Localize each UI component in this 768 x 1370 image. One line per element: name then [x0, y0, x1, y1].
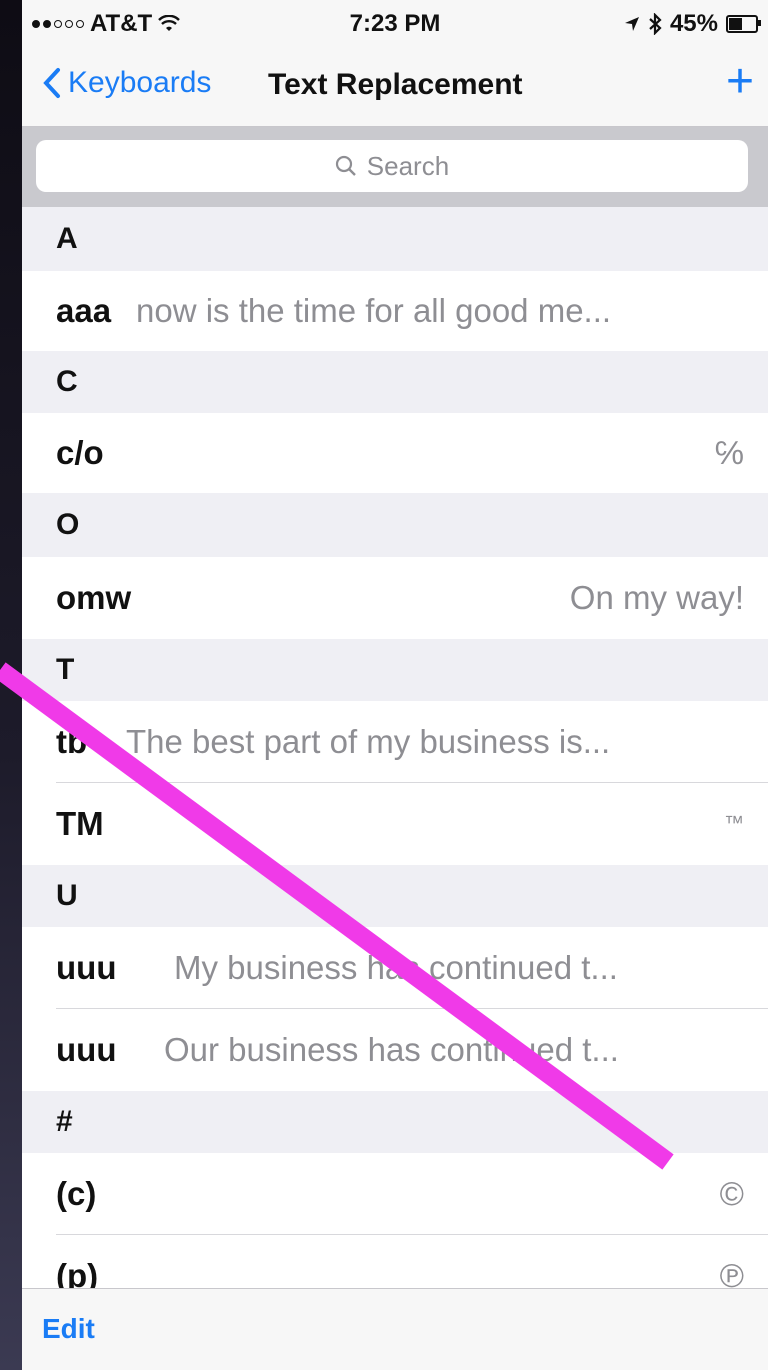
section-letter: A [56, 222, 78, 255]
phrase-label: ™ [724, 812, 744, 835]
battery-percent: 45% [669, 10, 718, 37]
navigation-bar: Keyboards Text Replacement + [22, 48, 768, 127]
shortcut-label: uuu [56, 1031, 117, 1068]
section-header-a: A [22, 207, 768, 271]
shortcut-label: (c) [56, 1175, 97, 1212]
shortcut-label: omw [56, 579, 132, 616]
section-header-t: T [22, 639, 768, 701]
status-bar: AT&T 7:23 PM 45% [22, 0, 768, 48]
section-header-c: C [22, 351, 768, 413]
edit-button[interactable]: Edit [42, 1313, 95, 1345]
section-header-hash: # [22, 1091, 768, 1153]
phrase-label: The best part of my business is... [126, 723, 611, 760]
section-letter: T [56, 653, 75, 686]
list-item[interactable]: (c) © [22, 1153, 768, 1235]
battery-icon [726, 15, 761, 33]
page-title: Text Replacement [268, 68, 523, 101]
list-item[interactable]: tb The best part of my business is... [22, 701, 768, 783]
section-letter: # [56, 1105, 73, 1138]
search-icon [335, 155, 356, 176]
list-item[interactable]: aaa now is the time for all good me... [22, 271, 768, 351]
settings-screen: AT&T 7:23 PM 45% Keyboards Text Replacem… [22, 0, 768, 1370]
add-button[interactable]: + [726, 58, 754, 106]
search-field[interactable]: Search [36, 140, 748, 192]
section-header-o: O [22, 493, 768, 557]
phrase-label: © [719, 1175, 744, 1212]
phrase-label: On my way! [569, 579, 744, 616]
shortcut-label: tb [56, 723, 88, 760]
shortcut-label: uuu [56, 949, 117, 986]
search-bar-container: Search [22, 127, 768, 207]
shortcut-label: aaa [56, 292, 112, 329]
list-item[interactable]: omw On my way! [22, 557, 768, 639]
list-item[interactable]: uuu My business has continued t... [22, 927, 768, 1009]
bluetooth-icon [649, 13, 662, 35]
list-item[interactable]: uuu Our business has continued t... [22, 1009, 768, 1091]
list-item[interactable]: TM ™ [22, 783, 768, 865]
back-button[interactable]: Keyboards [42, 66, 211, 100]
section-header-u: U [22, 865, 768, 927]
section-letter: C [56, 365, 78, 398]
back-label: Keyboards [68, 66, 212, 99]
phrase-label: ℅ [714, 434, 744, 471]
list-item[interactable]: c/o ℅ [22, 413, 768, 493]
phrase-label: Our business has continued t... [164, 1031, 619, 1068]
bottom-toolbar: Edit [22, 1288, 768, 1370]
phrase-label: now is the time for all good me... [136, 292, 612, 329]
section-letter: O [56, 508, 80, 541]
search-placeholder: Search [366, 150, 450, 181]
phrase-label: My business has continued t... [174, 949, 618, 986]
chevron-left-icon [43, 68, 60, 98]
shortcut-label: TM [56, 805, 104, 842]
shortcut-label: c/o [56, 434, 104, 471]
location-arrow-icon [624, 17, 639, 31]
section-letter: U [56, 879, 78, 912]
